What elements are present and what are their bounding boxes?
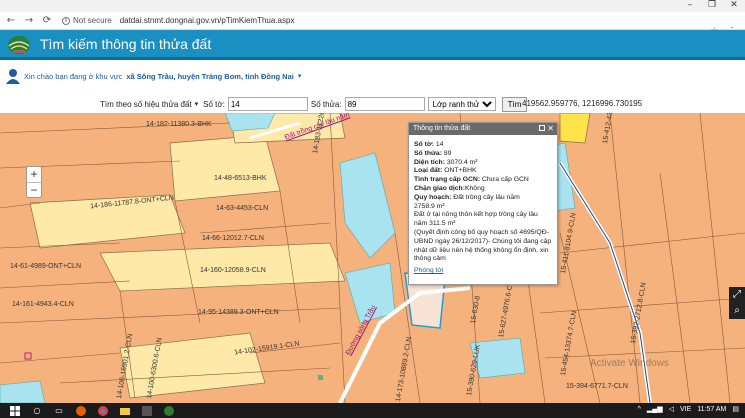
chrome-icon[interactable] bbox=[96, 405, 110, 416]
parcel-value: 89 bbox=[443, 149, 452, 157]
plot-label[interactable]: 14-161-4943.4-CLN bbox=[12, 301, 74, 308]
maximize-icon[interactable] bbox=[539, 125, 545, 131]
security-indicator[interactable]: i Not secure bbox=[62, 16, 112, 25]
back-icon[interactable]: ← bbox=[4, 14, 18, 28]
sheet-number-input[interactable] bbox=[227, 97, 308, 111]
plot-label[interactable]: 14-48-6513-BHK bbox=[214, 175, 267, 182]
minimize-icon[interactable]: – bbox=[679, 0, 701, 12]
greeting-area[interactable]: xã Sông Trầu, huyện Trảng Bom, tỉnh Đồng… bbox=[126, 72, 294, 81]
clock[interactable]: 11:57 AM bbox=[697, 406, 726, 413]
layer-select[interactable]: Lớp ranh thửa bbox=[427, 97, 496, 111]
close-icon[interactable]: ✕ bbox=[547, 123, 554, 135]
search-bar: Tìm theo số hiệu thửa đất ▾ Số tờ: Số th… bbox=[100, 96, 528, 112]
windows-start-icon[interactable] bbox=[8, 405, 22, 416]
chevron-up-icon[interactable]: ^ bbox=[638, 406, 641, 413]
search-mode-select[interactable]: Tìm theo số hiệu thửa đất bbox=[100, 100, 192, 109]
plot-label[interactable]: 14-61-4989-ONT+CLN bbox=[10, 263, 81, 270]
search-icon[interactable]: ⌕ bbox=[729, 303, 745, 319]
sheet-value: 14 bbox=[435, 141, 444, 148]
volume-icon[interactable]: ◁ bbox=[669, 405, 674, 413]
plot-label[interactable]: 14-160-12058.9-CLN bbox=[200, 267, 266, 274]
transaction-block-value: Không bbox=[464, 184, 485, 192]
restore-icon[interactable]: ❐ bbox=[701, 0, 723, 12]
fullscreen-icon[interactable]: ⤢ bbox=[729, 287, 745, 303]
network-icon[interactable]: ▂▄▆ bbox=[647, 405, 663, 413]
caret-icon[interactable]: ▾ bbox=[195, 100, 199, 108]
land-type-label: Loại đất: bbox=[414, 167, 443, 175]
location-greeting[interactable]: Xin chào bạn đang ở khu vực xã Sông Trầu… bbox=[6, 66, 301, 86]
system-tray: ^ ▂▄▆ ◁ VIE 11:57 AM ▤ bbox=[638, 405, 739, 414]
page-title: Tìm kiếm thông tin thửa đất bbox=[40, 35, 212, 52]
planning-secondary-value: Đất ở tại nông thôn kết hợp trồng cây lâ… bbox=[414, 211, 538, 228]
certificate-status-value: Chưa cấp GCN bbox=[481, 176, 529, 184]
url-text[interactable]: datdai.stnmt.dongnai.gov.vn/pTimKiemThua… bbox=[120, 16, 295, 25]
activate-windows-watermark: Activate Windows bbox=[590, 358, 669, 369]
zoom-to-link[interactable]: Phóng tới bbox=[414, 267, 443, 276]
app-header: Tìm kiếm thông tin thửa đất bbox=[0, 30, 745, 60]
map-side-toolbar: ⤢ ⌕ bbox=[729, 287, 745, 319]
close-window-icon[interactable]: ✕ bbox=[723, 0, 745, 12]
plot-label[interactable]: 15-394-6771.7-CLN bbox=[566, 383, 628, 390]
window-titlebar: – ❐ ✕ bbox=[0, 0, 745, 12]
sheet-label: Số tờ: bbox=[414, 141, 434, 148]
task-view-icon[interactable]: ▭ bbox=[52, 405, 66, 416]
parcel-number-input[interactable] bbox=[344, 97, 425, 111]
plot-label[interactable]: 14-63-4453-CLN bbox=[216, 205, 268, 212]
zoom-out-button[interactable]: − bbox=[27, 182, 41, 197]
plot-label[interactable]: 14-95-14389.3-ONT+CLN bbox=[198, 309, 279, 316]
popup-body: Số tờ: 14 Số thửa: 89 Diện tích: 3070.4 … bbox=[409, 135, 557, 282]
area-value: 3070.4 m² bbox=[446, 158, 478, 166]
planning-note: (Quyết định công bố quy hoạch số 4695/QĐ… bbox=[414, 228, 552, 263]
media-player-icon[interactable] bbox=[140, 405, 154, 416]
plot-label[interactable]: 14-182-11380.3-BHK bbox=[146, 121, 212, 128]
cortana-icon[interactable]: ○ bbox=[30, 405, 44, 416]
taskbar: ○ ▭ ^ ▂▄▆ ◁ VIE 11:57 AM ▤ bbox=[0, 403, 745, 418]
file-explorer-icon[interactable] bbox=[118, 405, 132, 416]
site-logo bbox=[7, 33, 31, 55]
planning-label: Quy hoạch: bbox=[414, 193, 452, 201]
language-indicator[interactable]: VIE bbox=[680, 406, 691, 413]
transaction-block-label: Chặn giao dịch: bbox=[414, 184, 465, 192]
sheet-number-label: Số tờ: bbox=[203, 99, 225, 109]
info-icon: i bbox=[62, 16, 70, 25]
plot-label[interactable]: 14-66-12012.7-CLN bbox=[202, 235, 264, 242]
zoom-control: + − bbox=[26, 166, 42, 198]
reload-icon[interactable]: ⟳ bbox=[40, 14, 54, 28]
greeting-text: Xin chào bạn đang ở khu vực bbox=[24, 71, 123, 81]
address-bar: ← → ⟳ i Not secure datdai.stnmt.dongnai.… bbox=[0, 12, 745, 37]
parcel-info-popup: Thông tin thửa đất ✕ Số tờ: 14 Số thửa: … bbox=[408, 122, 558, 285]
user-icon bbox=[6, 69, 20, 84]
app-icon[interactable] bbox=[162, 405, 176, 416]
parcel-number-label: Số thửa: bbox=[310, 99, 342, 109]
planning-value: Đất trồng cây lâu năm bbox=[453, 193, 520, 201]
firefox-icon[interactable] bbox=[74, 405, 88, 416]
chevron-down-icon[interactable]: ▾ bbox=[298, 72, 302, 80]
zoom-in-button[interactable]: + bbox=[27, 167, 41, 182]
parcel-label: Số thửa: bbox=[414, 149, 442, 157]
security-label: Not secure bbox=[73, 16, 112, 25]
coordinate-readout: 419562.959776, 1216996.730195 bbox=[522, 99, 643, 108]
popup-header: Thông tin thửa đất ✕ bbox=[409, 123, 557, 135]
notification-icon[interactable]: ▤ bbox=[732, 405, 739, 413]
land-type-value: ONT+BHK bbox=[444, 167, 477, 175]
certificate-status-label: Tình trạng cấp GCN: bbox=[414, 176, 481, 184]
forward-icon[interactable]: → bbox=[22, 14, 36, 28]
area-label: Diện tích: bbox=[414, 158, 445, 166]
popup-title: Thông tin thửa đất bbox=[413, 125, 471, 132]
